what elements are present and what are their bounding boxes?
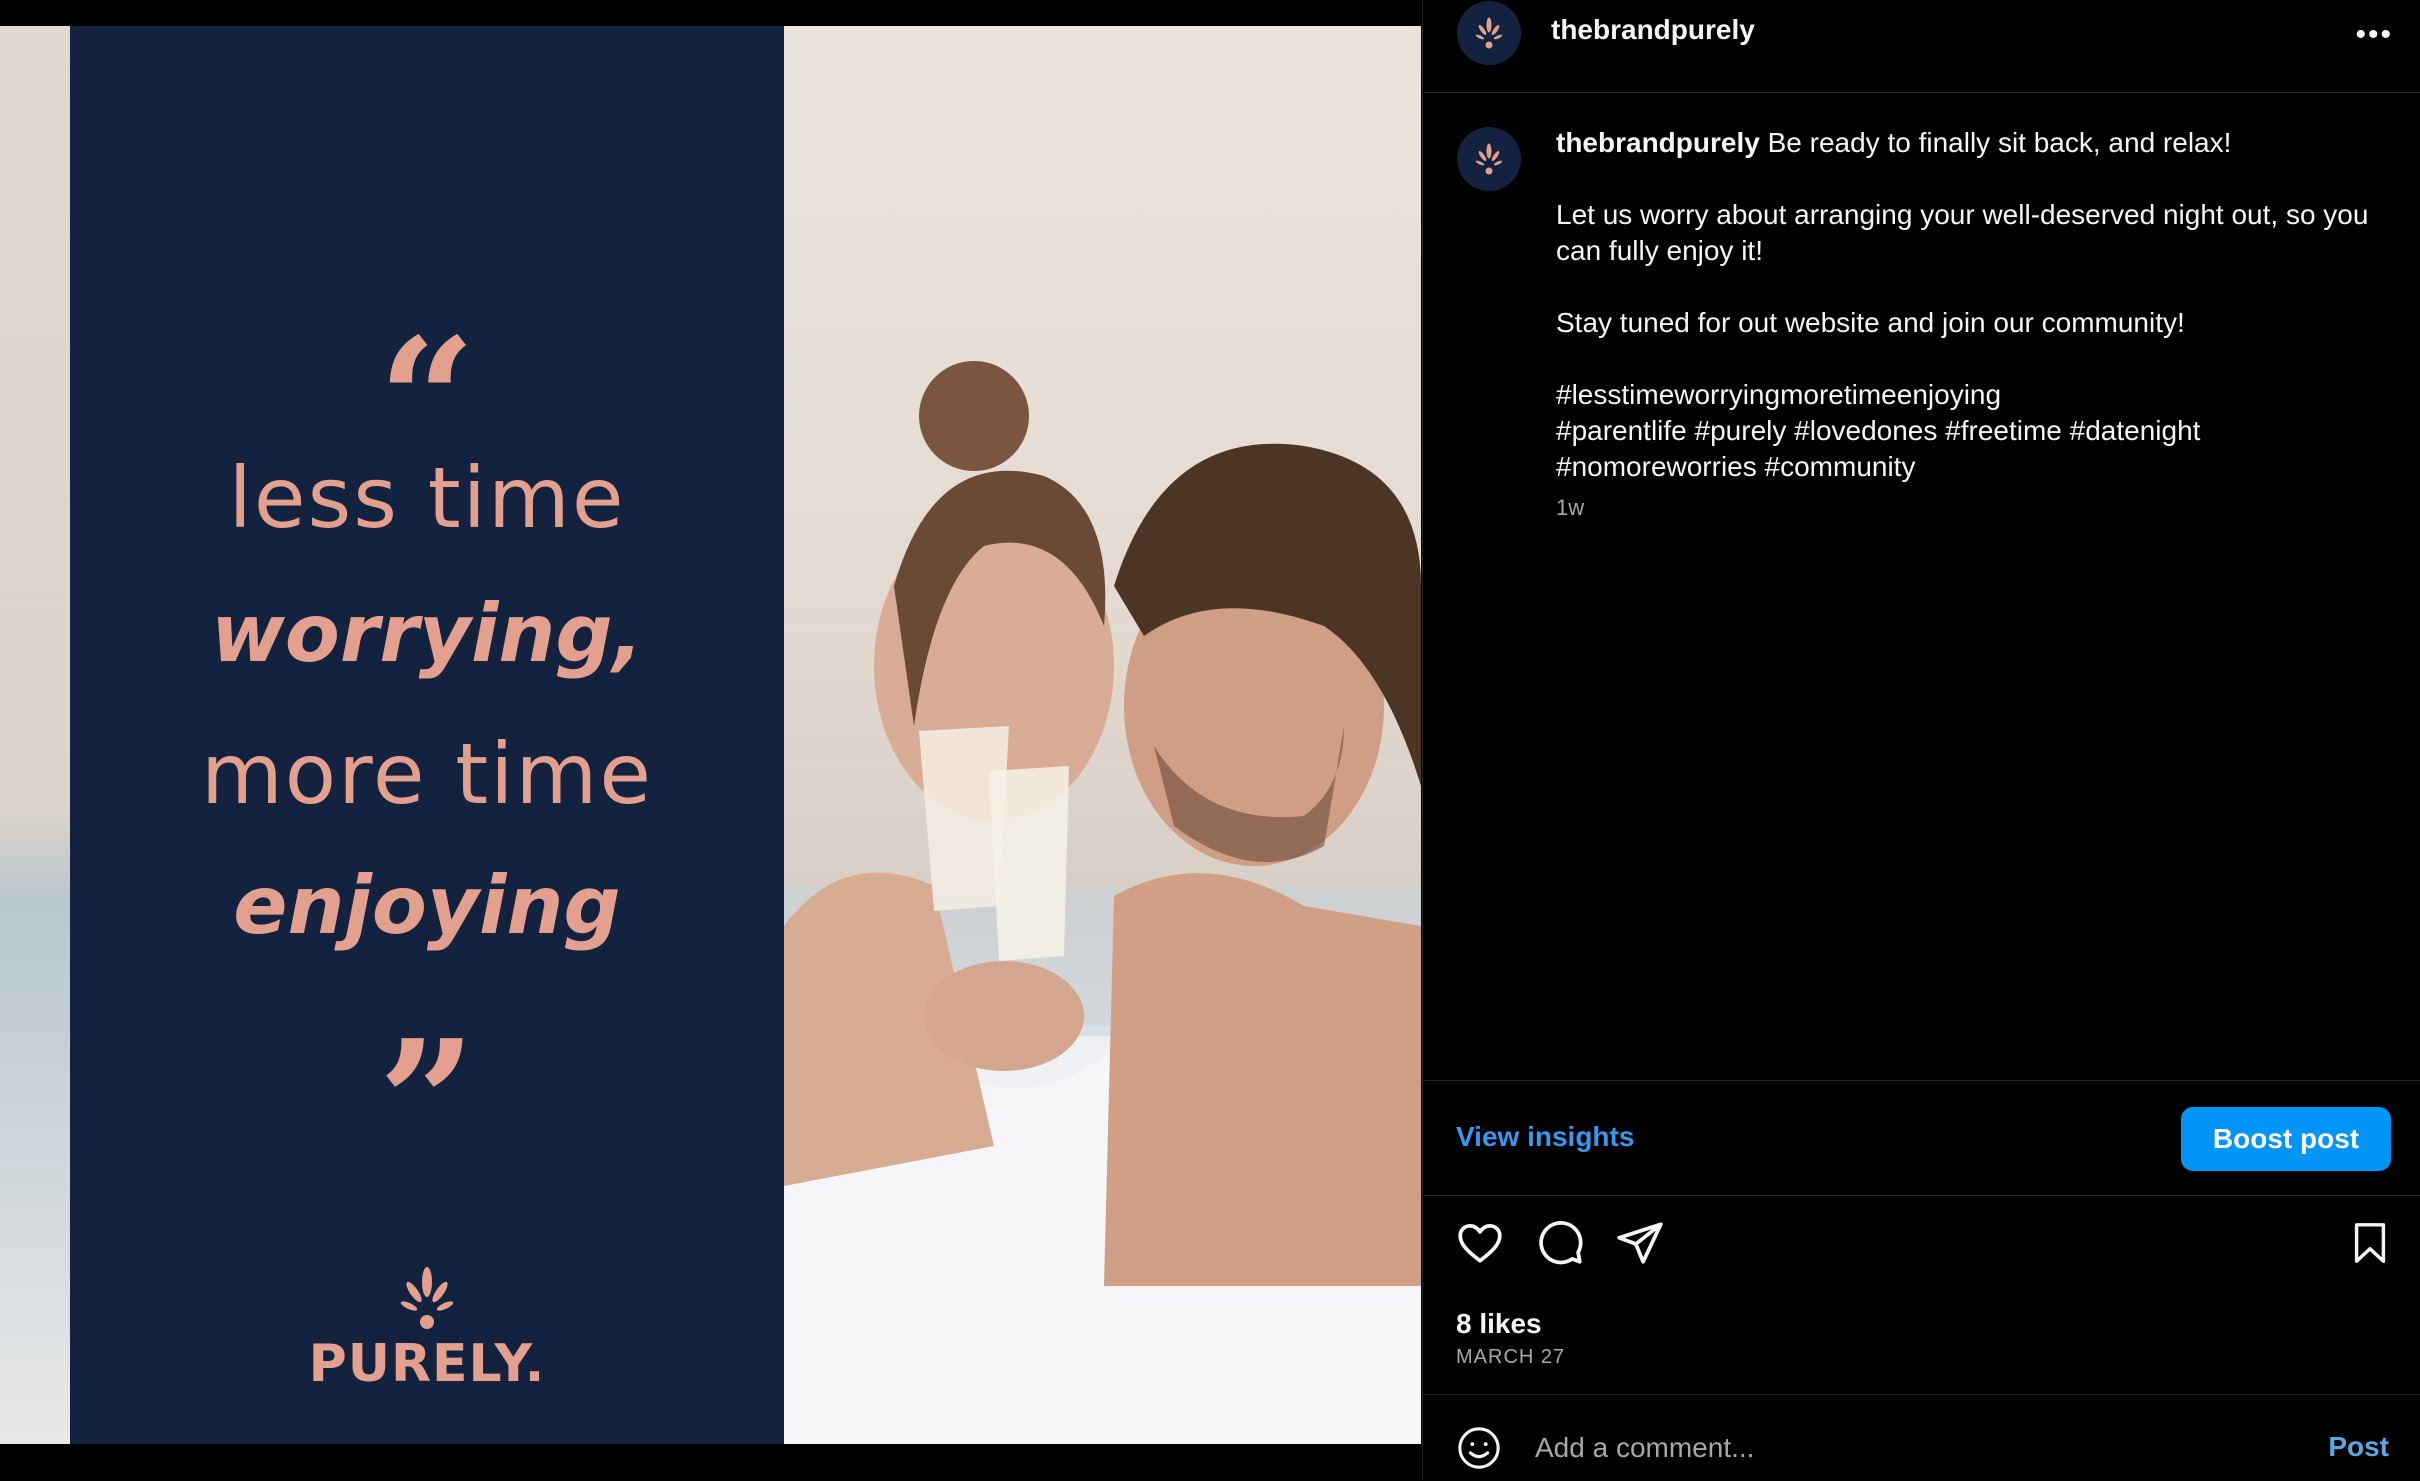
caption-paragraph-2: Let us worry about arranging your well-d… bbox=[1556, 199, 2369, 266]
view-insights-link[interactable]: View insights bbox=[1456, 1121, 1634, 1153]
purely-logo-icon bbox=[1475, 17, 1503, 49]
post-time-ago: 1w bbox=[1556, 495, 1585, 520]
quote-line-4: enjoying bbox=[233, 859, 621, 952]
hashtag-line-2[interactable]: #parentlife #purely #lovedones #freetime… bbox=[1556, 413, 2376, 449]
couple-hot-tub-photo bbox=[784, 26, 1421, 1444]
quote-line-3: more time bbox=[200, 725, 654, 823]
caption-area: thebrandpurely Be ready to finally sit b… bbox=[1423, 93, 2420, 1080]
background-strip bbox=[0, 26, 70, 1444]
comment-icon[interactable] bbox=[1535, 1218, 1585, 1273]
quote-line-2: worrying, bbox=[211, 587, 643, 680]
post-comment-button[interactable]: Post bbox=[2328, 1431, 2389, 1463]
more-horizontal-icon[interactable]: ••• bbox=[2355, 18, 2393, 52]
post-sidebar: thebrandpurely ••• thebrandpurely Be rea… bbox=[1422, 0, 2420, 1480]
likes-count[interactable]: 8 likes bbox=[1456, 1308, 1542, 1340]
post-header: thebrandpurely ••• bbox=[1423, 0, 2420, 93]
close-quote-mark: ” bbox=[378, 1003, 476, 1203]
emoji-icon[interactable] bbox=[1456, 1425, 1502, 1476]
caption-text: thebrandpurely Be ready to finally sit b… bbox=[1556, 125, 2376, 485]
caption-first-paragraph: thebrandpurely Be ready to finally sit b… bbox=[1556, 125, 2376, 161]
comment-row: Post bbox=[1423, 1394, 2420, 1481]
header-username[interactable]: thebrandpurely bbox=[1551, 14, 1755, 46]
caption-avatar[interactable] bbox=[1457, 127, 1521, 191]
hashtag-line-3[interactable]: #nomoreworries #community bbox=[1556, 449, 2376, 485]
caption-username[interactable]: thebrandpurely bbox=[1556, 127, 1760, 158]
action-bar bbox=[1423, 1218, 2420, 1278]
caption-first-line: Be ready to finally sit back, and relax! bbox=[1767, 127, 2232, 158]
purely-wordmark: PURELY. bbox=[308, 1334, 546, 1394]
hashtag-line-1[interactable]: #lesstimeworryingmoretimeenjoying bbox=[1556, 377, 2376, 413]
quote-line-1: less time bbox=[228, 449, 626, 547]
quote-panel: “ less time worrying, more time enjoying… bbox=[70, 26, 784, 1444]
caption-paragraph-3: Stay tuned for out website and join our … bbox=[1556, 307, 2185, 338]
purely-logo-icon bbox=[1475, 143, 1503, 175]
post-date: MARCH 27 bbox=[1456, 1346, 1566, 1368]
hashtags: #lesstimeworryingmoretimeenjoying #paren… bbox=[1556, 377, 2376, 485]
comment-input[interactable] bbox=[1533, 1423, 2257, 1473]
avatar[interactable] bbox=[1457, 1, 1521, 65]
heart-icon[interactable] bbox=[1455, 1218, 1505, 1273]
bookmark-icon[interactable] bbox=[2347, 1218, 2393, 1273]
insights-row: View insights Boost post bbox=[1423, 1080, 2420, 1196]
purely-logo-icon bbox=[70, 1266, 784, 1335]
post-image: “ less time worrying, more time enjoying… bbox=[0, 26, 1421, 1444]
share-icon[interactable] bbox=[1615, 1218, 1665, 1273]
boost-post-button[interactable]: Boost post bbox=[2181, 1107, 2391, 1171]
